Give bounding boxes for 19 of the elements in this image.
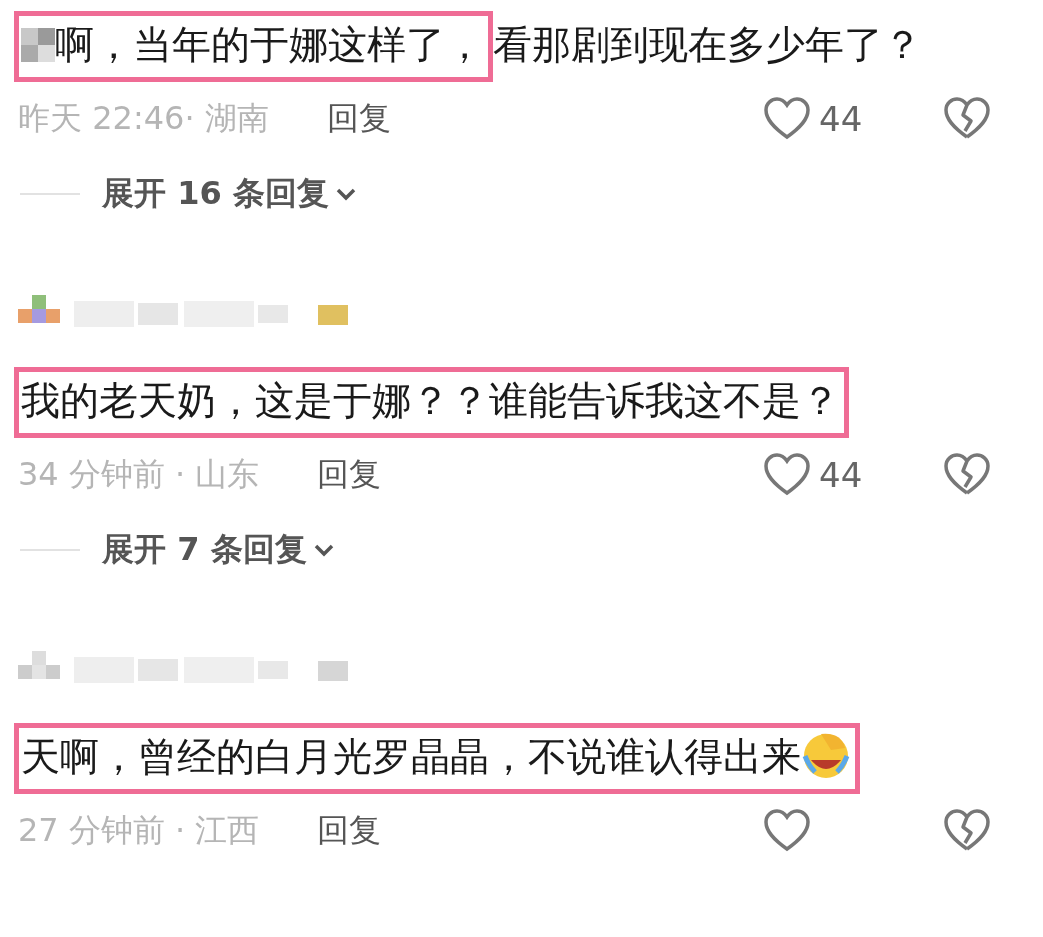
expand-replies-button[interactable]: 展开 7 条回复	[102, 528, 335, 572]
like-button[interactable]: 44	[763, 453, 873, 497]
chevron-down-icon	[334, 187, 357, 201]
reply-button[interactable]: 回复	[317, 809, 382, 853]
heart-icon[interactable]	[763, 97, 811, 141]
heart-icon[interactable]	[763, 453, 811, 497]
broken-heart-icon[interactable]	[943, 97, 991, 141]
chevron-down-icon	[312, 543, 335, 557]
time-location: 昨天 22:46· 湖南	[18, 98, 269, 139]
like-button[interactable]: 44	[763, 97, 873, 141]
expand-replies-button[interactable]: 展开 16 条回复	[102, 172, 357, 216]
comment-text: 啊，当年的于娜这样了， 看那剧到现在多少年了？	[14, 0, 964, 84]
time-location: 27 分钟前 · 江西	[18, 810, 260, 851]
reply-button[interactable]: 回复	[317, 453, 382, 497]
time-location: 34 分钟前 · 山东	[18, 454, 260, 495]
reply-button[interactable]: 回复	[326, 97, 391, 141]
heart-icon[interactable]	[763, 809, 811, 853]
broken-heart-icon[interactable]	[943, 809, 991, 853]
broken-heart-icon[interactable]	[943, 453, 991, 497]
